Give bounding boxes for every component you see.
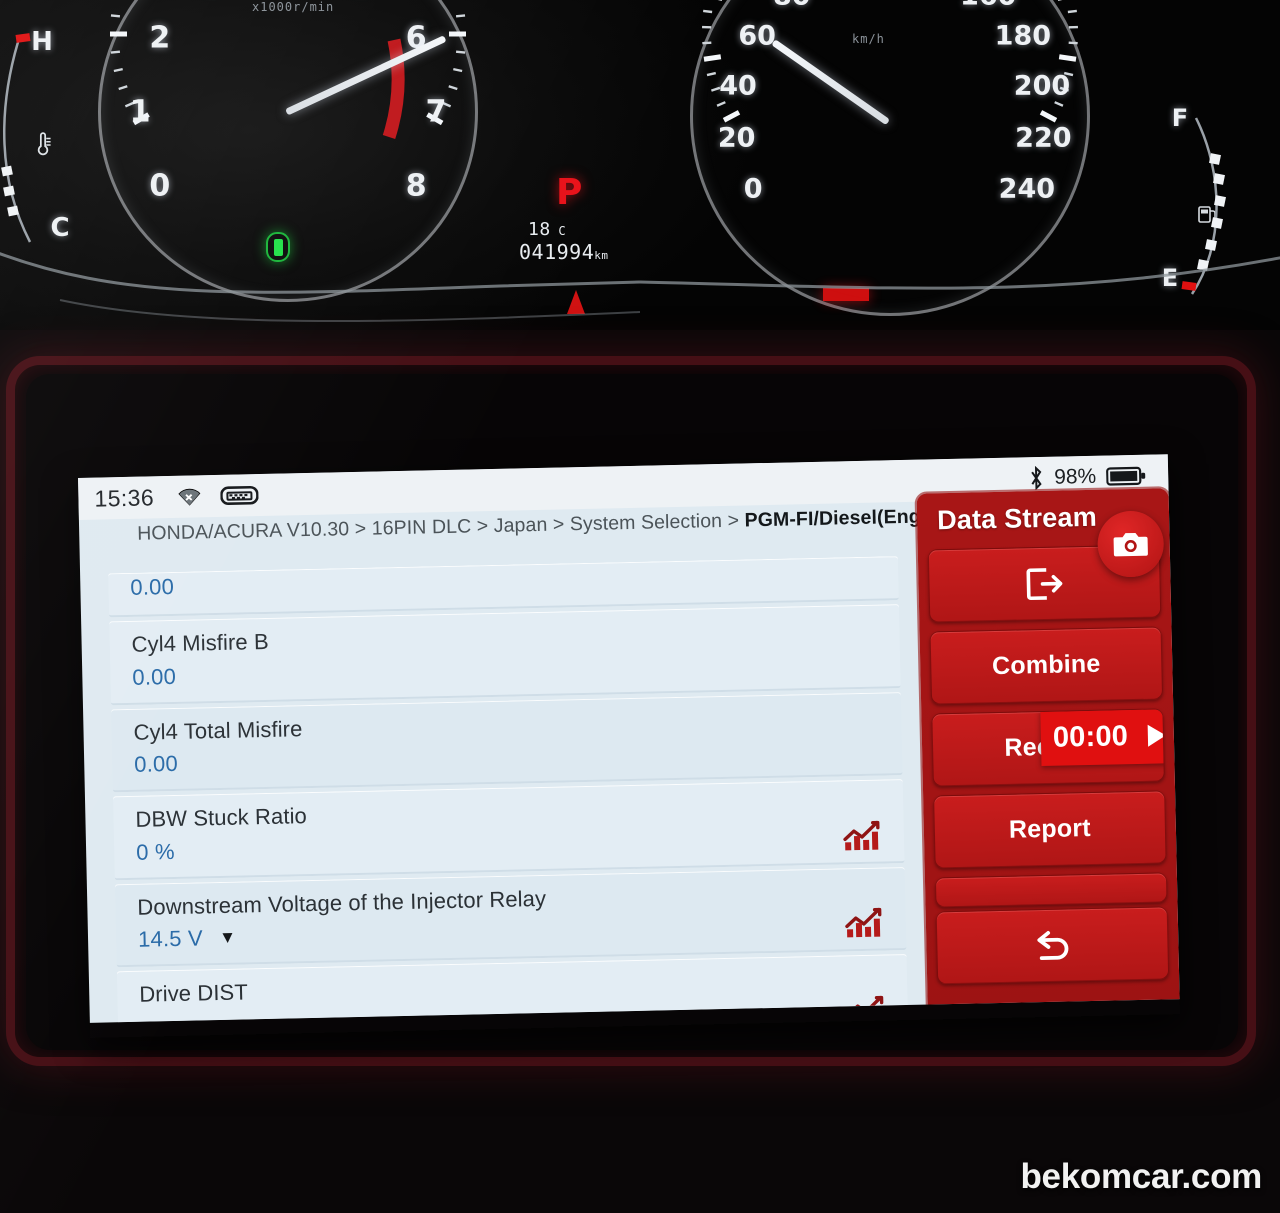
chart-icon[interactable] <box>842 819 883 852</box>
record-button[interactable]: Record 00:00 <box>931 708 1165 787</box>
outside-temp-unit: C <box>558 224 567 238</box>
chart-icon[interactable] <box>845 995 886 1023</box>
watermark: bekomcar.com <box>1020 1157 1262 1196</box>
list-item[interactable]: Cyl4 Misfire B 0.00 <box>109 604 901 705</box>
wifi-off-icon <box>176 486 202 507</box>
gauge-tick-label: 2 <box>149 20 171 56</box>
odometer-unit: km <box>594 249 609 262</box>
gauge-tick-label: 3 <box>204 0 225 1</box>
door-open-indicator <box>266 232 290 262</box>
tablet-screen: 15:36 98% HONDA/ACURA V10.30 > 16PIN DLC… <box>78 454 1180 1023</box>
gauge-tick-label: 60 <box>738 20 776 52</box>
gauge-tick-label: 0 <box>149 168 171 204</box>
exit-icon <box>1022 563 1067 604</box>
tachometer-unit-label: x1000r/min <box>252 0 335 14</box>
fuel-gauge: F E <box>1152 96 1252 306</box>
gear-indicator: P <box>556 172 583 213</box>
gauge-tick-label: 80 <box>773 0 811 12</box>
record-timer: 00:00 <box>1052 719 1129 754</box>
instrument-cluster: 012345678 x1000r/min 0204060801001201401… <box>0 0 1280 330</box>
combine-button[interactable]: Combine <box>929 626 1164 705</box>
gauge-tick-label: 8 <box>405 168 427 204</box>
chevron-down-icon[interactable]: ▼ <box>219 928 236 948</box>
data-unit: % <box>154 838 175 864</box>
gauge-tick-label: 200 <box>1013 70 1071 102</box>
battery-percent: 98% <box>1053 464 1097 489</box>
speedometer-unit-label: km/h <box>852 32 885 46</box>
record-timer-overlay[interactable]: 00:00 <box>1040 708 1165 767</box>
gauge-tick-label: 7 <box>425 94 447 130</box>
camera-icon <box>1112 529 1149 560</box>
data-stream-list[interactable]: 0.00 Cyl4 Misfire B 0.00 Cyl4 Total Misf… <box>108 556 908 1023</box>
list-item[interactable]: DBW Stuck Ratio 0 % <box>112 779 905 880</box>
status-time: 15:36 <box>94 483 155 512</box>
report-button[interactable]: Report <box>933 790 1167 869</box>
data-value: 14.5 <box>137 925 182 952</box>
list-item[interactable]: Cyl4 Total Misfire 0.00 <box>111 691 903 793</box>
red-text-indicator <box>823 288 869 301</box>
gauge-tick-label: 5 <box>352 0 373 1</box>
data-value: 0.00 <box>130 573 175 600</box>
partial-button[interactable] <box>934 872 1168 908</box>
brake-warning-indicator <box>567 290 585 314</box>
gauge-tick-label: 220 <box>1015 122 1072 154</box>
battery-full-icon <box>1106 465 1146 488</box>
play-icon[interactable] <box>1142 721 1165 750</box>
list-item[interactable]: Downstream Voltage of the Injector Relay… <box>114 866 907 968</box>
gauge-tick-label: 20 <box>717 122 756 154</box>
vci-connector-icon <box>219 484 259 507</box>
gauge-tick-label: 180 <box>994 20 1052 52</box>
data-value: 0 <box>135 839 149 865</box>
screenshot-root: 012345678 x1000r/min 0204060801001201401… <box>0 0 1280 1213</box>
data-stream-action-panel: Data Stream Combine Record 00:0 <box>916 488 1180 1011</box>
data-unit: V <box>187 925 204 951</box>
back-button[interactable] <box>935 906 1170 985</box>
gauge-tick-label: 1 <box>129 94 151 130</box>
coolant-gauge: H C <box>1 20 88 250</box>
outside-temp-value: 18 <box>528 219 551 240</box>
odometer-value: 041994 <box>519 240 595 264</box>
report-button-label: Report <box>1008 813 1092 844</box>
combine-button-label: Combine <box>991 649 1101 681</box>
gauge-tick-label: 160 <box>960 0 1016 12</box>
diagnostic-tablet: 15:36 98% HONDA/ACURA V10.30 > 16PIN DLC… <box>78 454 1180 1038</box>
gauge-tick-label: 0 <box>743 173 763 205</box>
gauge-tick-label: 40 <box>719 70 757 102</box>
bluetooth-icon <box>1028 465 1045 491</box>
back-arrow-icon <box>1027 925 1078 966</box>
data-label: Drive DIST <box>139 979 249 1007</box>
gauge-tick-label: 240 <box>998 173 1056 205</box>
chart-icon[interactable] <box>844 907 885 940</box>
